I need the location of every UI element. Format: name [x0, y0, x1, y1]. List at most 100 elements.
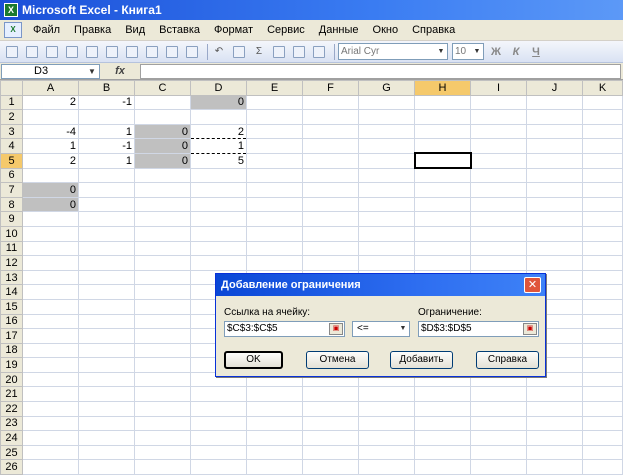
row-header-19[interactable]: 19 [0, 357, 23, 373]
help-icon[interactable] [311, 44, 327, 60]
cell-j12[interactable] [526, 255, 583, 271]
cell-h25[interactable] [414, 444, 471, 461]
cell-j6[interactable] [526, 167, 583, 184]
cell-e8[interactable] [246, 196, 303, 213]
cell-k16[interactable] [582, 313, 623, 330]
cell-b25[interactable] [78, 444, 135, 461]
cell-c10[interactable] [134, 225, 191, 242]
ok-button[interactable]: OK [224, 351, 283, 369]
cell-d21[interactable] [190, 386, 247, 403]
cell-d22[interactable] [190, 401, 247, 417]
cell-a25[interactable] [22, 444, 79, 461]
font-name-select[interactable]: Arial Cyr ▼ [338, 43, 448, 60]
cell-d12[interactable] [190, 255, 247, 271]
cell-h3[interactable] [414, 123, 471, 140]
cell-h10[interactable] [414, 225, 471, 242]
cell-k5[interactable] [582, 152, 623, 169]
cell-b7[interactable] [78, 182, 135, 198]
cell-c5[interactable]: 0 [134, 152, 191, 169]
cell-g25[interactable] [358, 444, 415, 461]
cell-b10[interactable] [78, 225, 135, 242]
cell-g1[interactable] [358, 94, 415, 111]
row-header-14[interactable]: 14 [0, 284, 23, 300]
cell-f9[interactable] [302, 211, 359, 227]
cell-i25[interactable] [470, 444, 527, 461]
cell-f25[interactable] [302, 444, 359, 461]
cell-g4[interactable] [358, 138, 415, 154]
select-all-corner[interactable] [0, 80, 23, 96]
column-header-d[interactable]: D [190, 80, 247, 96]
cell-c11[interactable] [134, 240, 191, 257]
cell-b12[interactable] [78, 255, 135, 271]
cell-b14[interactable] [78, 284, 135, 300]
cell-e23[interactable] [246, 415, 303, 432]
cell-k2[interactable] [582, 109, 623, 125]
cell-g6[interactable] [358, 167, 415, 184]
cell-d3[interactable]: 2 [190, 123, 247, 140]
cell-d8[interactable] [190, 196, 247, 213]
cell-j21[interactable] [526, 386, 583, 403]
cell-c18[interactable] [134, 342, 191, 359]
cell-c17[interactable] [134, 328, 191, 344]
menu-file[interactable]: Файл [26, 24, 67, 36]
cell-e26[interactable] [246, 459, 303, 475]
cell-e22[interactable] [246, 401, 303, 417]
cell-k18[interactable] [582, 342, 623, 359]
close-icon[interactable]: ✕ [524, 277, 541, 293]
cell-h23[interactable] [414, 415, 471, 432]
cell-a10[interactable] [22, 225, 79, 242]
cell-h7[interactable] [414, 182, 471, 198]
excel-icon[interactable]: X [4, 3, 18, 17]
row-header-15[interactable]: 15 [0, 298, 23, 315]
cell-f26[interactable] [302, 459, 359, 475]
row-header-13[interactable]: 13 [0, 269, 23, 286]
cell-b23[interactable] [78, 415, 135, 432]
cell-b9[interactable] [78, 211, 135, 227]
column-header-g[interactable]: G [358, 80, 415, 96]
cell-b3[interactable]: 1 [78, 123, 135, 140]
cell-i23[interactable] [470, 415, 527, 432]
cell-a17[interactable] [22, 328, 79, 344]
cell-c12[interactable] [134, 255, 191, 271]
column-header-f[interactable]: F [302, 80, 359, 96]
cell-d4[interactable]: 1 [190, 138, 247, 154]
cell-g10[interactable] [358, 225, 415, 242]
collapse-dialog-icon[interactable]: ▣ [523, 323, 537, 335]
cell-a15[interactable] [22, 298, 79, 315]
cell-c23[interactable] [134, 415, 191, 432]
cell-k7[interactable] [582, 182, 623, 198]
row-header-4[interactable]: 4 [0, 138, 23, 154]
cell-c6[interactable] [134, 167, 191, 184]
cell-h5[interactable] [413, 152, 472, 170]
cell-a16[interactable] [22, 313, 79, 330]
cell-c14[interactable] [134, 284, 191, 300]
cell-k14[interactable] [582, 284, 623, 300]
cell-c4[interactable]: 0 [134, 138, 191, 154]
cell-b1[interactable]: -1 [78, 94, 135, 111]
cell-a23[interactable] [22, 415, 79, 432]
cell-i10[interactable] [470, 225, 527, 242]
cell-j24[interactable] [526, 430, 583, 446]
chart-icon[interactable] [291, 44, 307, 60]
row-header-26[interactable]: 26 [0, 459, 23, 475]
cell-g22[interactable] [358, 401, 415, 417]
row-header-6[interactable]: 6 [0, 167, 23, 184]
chevron-down-icon[interactable]: ▼ [87, 65, 97, 78]
menu-help[interactable]: Справка [405, 24, 462, 36]
cell-g11[interactable] [358, 240, 415, 257]
save-icon[interactable] [44, 44, 60, 60]
help-button[interactable]: Справка [476, 351, 539, 369]
menu-format[interactable]: Формат [207, 24, 260, 36]
formula-input[interactable] [140, 63, 621, 79]
cell-g21[interactable] [358, 386, 415, 403]
cell-c26[interactable] [134, 459, 191, 475]
cell-b18[interactable] [78, 342, 135, 359]
cell-k6[interactable] [582, 167, 623, 184]
cell-a8[interactable]: 0 [22, 196, 79, 213]
cell-g7[interactable] [358, 182, 415, 198]
cell-k4[interactable] [582, 138, 623, 154]
row-header-20[interactable]: 20 [0, 371, 23, 388]
cell-ref-input[interactable]: $C$3:$C$5 ▣ [224, 321, 345, 337]
cell-f7[interactable] [302, 182, 359, 198]
cell-e3[interactable] [246, 123, 303, 140]
